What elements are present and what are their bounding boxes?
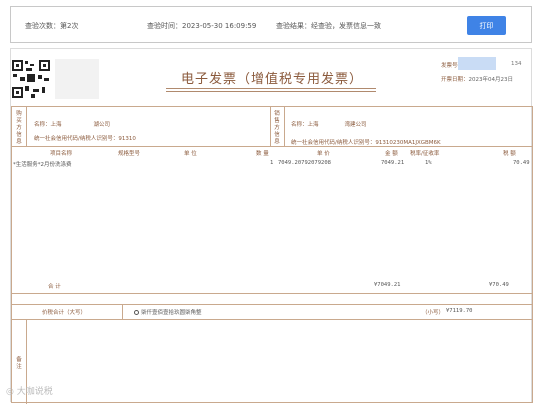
total-amount: ¥7049.21 [374,282,401,288]
col-item: 项目名称 [50,151,73,157]
item-rate: 1% [425,160,432,166]
col-amount: 金 额 [385,151,398,157]
col-qty: 数 量 [256,151,269,157]
buyer-label: 购买方信息 [16,111,22,145]
invoice-table: 购买方信息 名称：上海 湖公司 统一社会信用代码/纳税人识别号：91310 销售方… [11,106,533,404]
invoice-number-tail: 134 [511,61,522,67]
logo-icon: ◎ [6,387,14,397]
col-rate: 税率/征收率 [410,151,440,157]
seller-name: 名称：上海 湾建公司 [291,122,367,128]
circle-icon [134,310,139,315]
col-unit: 单 位 [184,151,197,157]
total-words-value: 柒仟壹佰壹拾玖圆柒角整 [134,308,202,316]
total-small-value: ¥7119.70 [446,308,473,314]
watermark: ◎ 大咖说税 [6,387,53,397]
invoice: 电子发票（增值税专用发票） 发票号码： 134 开票日期：2023年04月23日… [10,48,533,404]
item-tax: 70.49 [513,160,530,166]
title-underline [166,88,376,89]
redacted-number [458,57,496,70]
seller-label: 销售方信息 [274,111,280,145]
item-qty: 1 [270,160,274,166]
col-spec: 规格型号 [118,151,141,157]
total-words-label: 价税合计（大写） [42,310,87,316]
buyer-name: 名称：上海 湖公司 [34,122,111,128]
title-underline [166,91,376,92]
col-tax: 税 额 [503,151,516,157]
verify-count: 查验次数：第2次 [25,22,79,30]
total-small-label: （小写） [422,310,445,316]
item-name: *生活服务*2月份洗涤费 [13,162,72,168]
verification-bar: 查验次数：第2次 查验时间：2023-05-30 16:09:59 查验结果：经… [10,6,532,43]
print-button[interactable]: 打印 [467,16,506,35]
item-price: 7049.20792079208 [278,160,331,166]
seller-tax-id: 统一社会信用代码/纳税人识别号：91310230MA1JXGBM6K [291,140,441,146]
total-label: 合 计 [48,284,61,290]
verify-time: 查验时间：2023-05-30 16:09:59 [147,22,257,30]
verify-result: 查验结果：经查验，发票信息一致 [276,22,381,30]
item-amount: 7049.21 [381,160,405,166]
remarks-label: 备注 [16,357,22,370]
col-price: 单 价 [317,151,330,157]
invoice-date: 开票日期：2023年04月23日 [441,77,514,83]
buyer-tax-id: 统一社会信用代码/纳税人识别号：91310 [34,136,136,142]
total-tax: ¥70.49 [489,282,509,288]
